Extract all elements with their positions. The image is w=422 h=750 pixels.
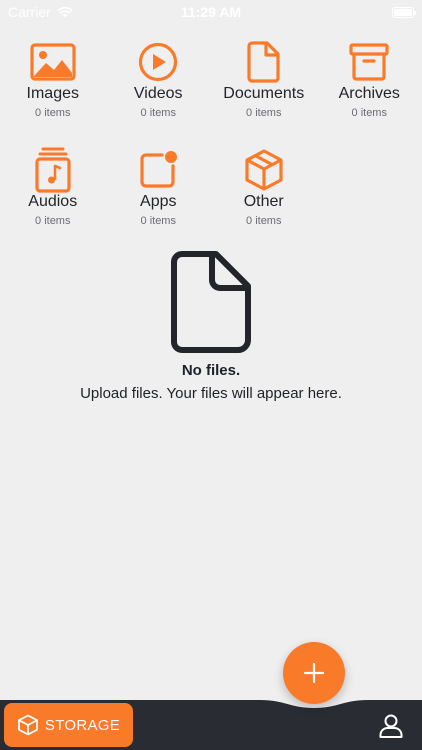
category-count: 0 items [140, 215, 176, 227]
category-other[interactable]: Other 0 items [211, 148, 317, 244]
battery-icon [392, 6, 416, 18]
category-count: 0 items [246, 215, 282, 227]
box-icon [240, 148, 288, 192]
category-images[interactable]: Images 0 items [0, 40, 106, 136]
empty-state: No files. Upload files. Your files will … [0, 250, 422, 402]
app-icon [134, 148, 182, 192]
storage-label: STORAGE [44, 716, 121, 734]
category-label: Apps [140, 193, 177, 210]
empty-state-title: No files. [181, 362, 241, 379]
status-bar: Carrier 11:29 AM [0, 0, 422, 24]
category-grid: Images 0 items Videos 0 items Documents … [0, 40, 422, 244]
category-count: 0 items [140, 107, 176, 119]
profile-button[interactable] [378, 713, 404, 739]
add-file-fab[interactable] [283, 642, 345, 704]
cube-icon [18, 714, 38, 736]
category-label: Images [26, 85, 79, 102]
category-label: Documents [223, 85, 305, 102]
category-count: 0 items [35, 107, 71, 119]
file-icon [171, 251, 251, 353]
category-label: Archives [338, 85, 400, 102]
storage-button[interactable]: STORAGE [4, 703, 133, 747]
video-icon [134, 40, 182, 84]
user-icon [379, 714, 403, 738]
category-label: Audios [28, 193, 78, 210]
audio-icon [29, 147, 77, 193]
empty-state-subtitle: Upload files. Your files will appear her… [80, 385, 342, 402]
category-videos[interactable]: Videos 0 items [106, 40, 212, 136]
plus-icon [303, 662, 325, 684]
document-icon [240, 40, 288, 84]
category-apps[interactable]: Apps 0 items [106, 148, 212, 244]
status-time: 11:29 AM [180, 4, 242, 20]
category-label: Videos [133, 85, 183, 102]
category-audios[interactable]: Audios 0 items [0, 147, 106, 244]
category-count: 0 items [246, 107, 282, 119]
category-label: Other [243, 193, 284, 210]
category-count: 0 items [35, 215, 71, 227]
archive-icon [345, 40, 393, 84]
image-icon [29, 40, 77, 84]
category-documents[interactable]: Documents 0 items [211, 40, 317, 136]
category-count: 0 items [351, 107, 387, 119]
bottom-bar: STORAGE [0, 700, 422, 750]
category-archives[interactable]: Archives 0 items [317, 40, 422, 136]
